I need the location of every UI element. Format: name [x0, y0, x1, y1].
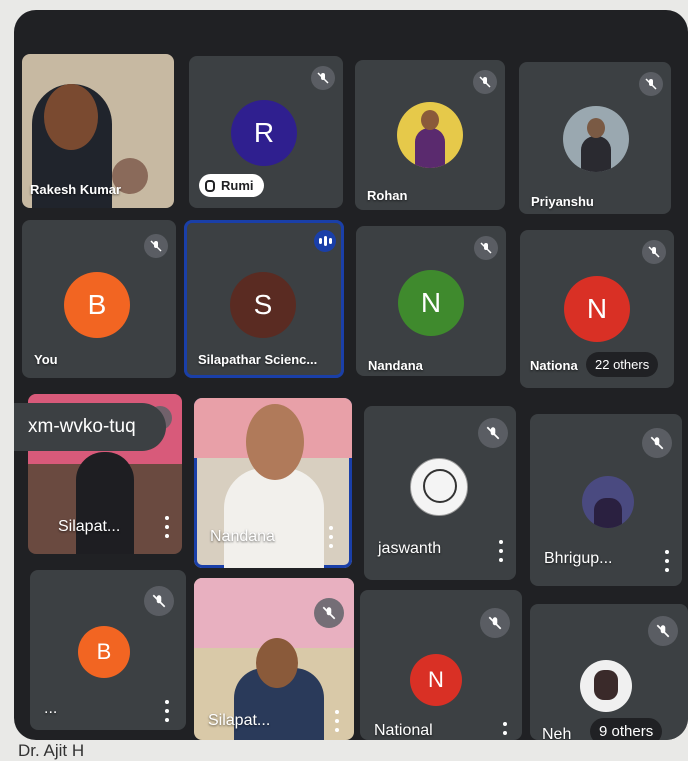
participant-name: Silapathar Scienc...	[198, 352, 318, 367]
participant-name: Bhrigup...	[544, 550, 613, 567]
hand-icon	[205, 180, 215, 192]
overflow-tile-9-others[interactable]: Neh 9 others	[530, 604, 688, 740]
video-person	[76, 452, 134, 554]
participant-tile-priyanshu[interactable]: Priyanshu	[519, 62, 671, 214]
participant-name: Rumi	[221, 178, 254, 193]
participant-name: Nandana	[368, 358, 423, 373]
others-count-badge: 9 others	[590, 718, 663, 740]
participant-tile-jaswanth[interactable]: jaswanth	[364, 406, 516, 580]
avatar: R	[231, 100, 297, 166]
participant-name: Nandana	[210, 528, 275, 545]
participant-name: Priyanshu	[531, 194, 594, 209]
profile-photo	[397, 102, 463, 168]
avatar: N	[410, 654, 462, 706]
participant-name: Silapat...	[208, 712, 271, 729]
more-options-icon[interactable]	[334, 710, 340, 732]
video-face	[44, 84, 98, 150]
avatar: B	[78, 626, 130, 678]
mic-off-icon	[642, 428, 672, 458]
avatar: N	[398, 270, 464, 336]
participant-tile-rohan[interactable]: Rohan	[355, 60, 505, 210]
profile-photo	[580, 660, 632, 712]
profile-photo	[410, 458, 468, 516]
more-options-icon[interactable]	[664, 550, 670, 572]
more-options-icon[interactable]	[502, 722, 508, 740]
more-options-icon[interactable]	[328, 526, 334, 548]
more-options-icon[interactable]	[498, 540, 504, 562]
profile-photo	[582, 476, 634, 528]
overflow-tile-22-others[interactable]: N Nationa 22 others	[520, 230, 674, 388]
mic-off-icon	[314, 598, 344, 628]
participant-tile-national[interactable]: N National	[360, 590, 522, 740]
participant-name-prefix: Neh	[542, 726, 572, 740]
meeting-code-label: xm-wvko-tuq	[14, 403, 166, 451]
avatar: B	[64, 272, 130, 338]
participant-tile-nandana-video[interactable]: Nandana	[194, 398, 352, 568]
participant-tile-nandana[interactable]: N Nandana	[356, 226, 506, 376]
mic-off-icon	[648, 616, 678, 646]
mic-off-icon	[639, 72, 663, 96]
meet-screen: Rakesh Kumar R Rumi Rohan Priyanshu B Yo…	[14, 10, 688, 740]
participant-tile-bhrigup[interactable]: Bhrigup...	[530, 414, 682, 586]
mic-off-icon	[311, 66, 335, 90]
caption-text: Dr. Ajit H	[18, 741, 85, 760]
mic-off-icon	[144, 586, 174, 616]
participant-tile-silapat-video-2[interactable]: Silapat...	[194, 578, 354, 740]
participant-name: ...	[44, 700, 58, 717]
participant-name-prefix: Nationa	[530, 358, 578, 373]
video-person	[224, 468, 324, 568]
video-face	[246, 404, 304, 480]
participant-name: Rohan	[367, 188, 408, 203]
avatar: N	[564, 276, 630, 342]
more-options-icon[interactable]	[164, 516, 170, 538]
mic-off-icon	[478, 418, 508, 448]
mic-off-icon	[480, 608, 510, 638]
participant-tile-b[interactable]: B ...	[30, 570, 186, 730]
participant-name: jaswanth	[378, 540, 442, 557]
participant-tile-rumi[interactable]: R Rumi	[189, 56, 343, 208]
participant-tile-silapathar-active[interactable]: S Silapathar Scienc...	[184, 220, 344, 378]
speaking-indicator-icon	[314, 230, 336, 252]
participant-name: National	[374, 722, 433, 739]
others-count-badge: 22 others	[586, 352, 659, 377]
participant-name: You	[34, 352, 58, 367]
mic-off-icon	[144, 234, 168, 258]
more-options-icon[interactable]	[164, 700, 170, 722]
participant-tile-you[interactable]: B You	[22, 220, 176, 378]
participant-name: Silapat...	[58, 518, 121, 535]
profile-photo	[563, 106, 629, 172]
mic-off-icon	[473, 70, 497, 94]
mic-off-icon	[474, 236, 498, 260]
avatar: S	[230, 272, 296, 338]
mic-off-icon	[642, 240, 666, 264]
participant-tile-rakesh[interactable]: Rakesh Kumar	[22, 54, 174, 208]
video-face	[256, 638, 298, 688]
participant-name: Rakesh Kumar	[30, 182, 122, 197]
